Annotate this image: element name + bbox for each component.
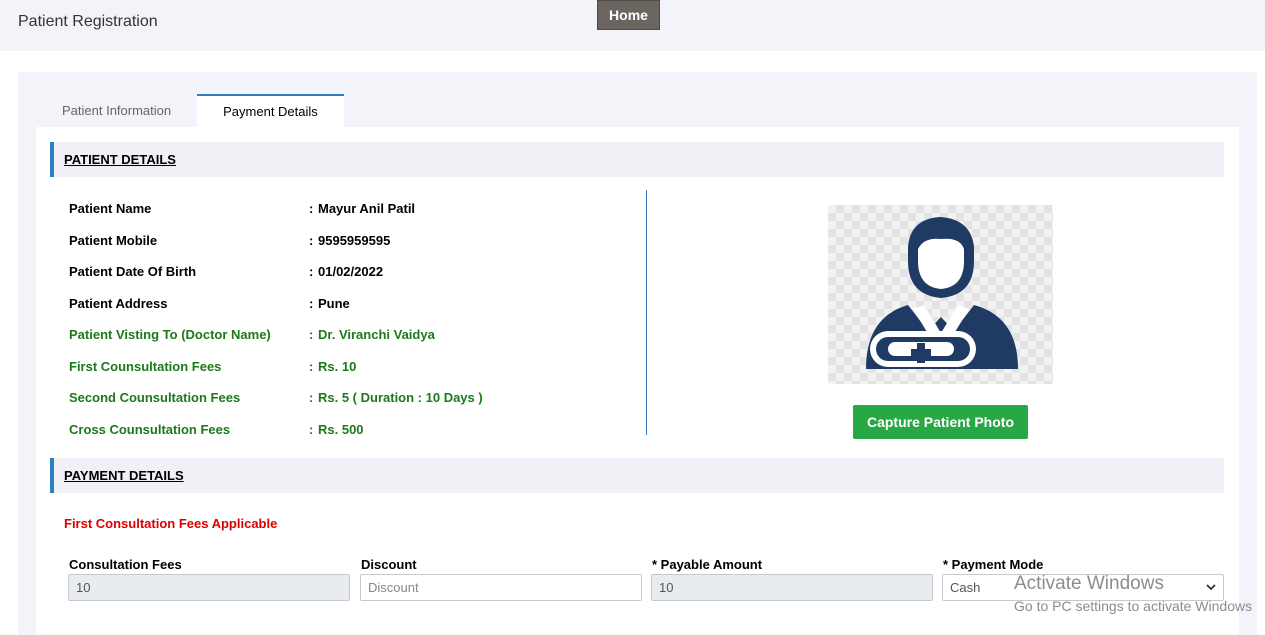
info-value: Rs. 500 (318, 422, 364, 437)
consultation-fees-label: Consultation Fees (69, 557, 182, 572)
info-separator: : (309, 390, 314, 405)
info-value: Mayur Anil Patil (318, 201, 416, 216)
tab-patient-information[interactable]: Patient Information (36, 94, 197, 127)
info-separator: : (309, 327, 314, 342)
info-label: Patient Name (69, 201, 152, 216)
info-separator: : (309, 422, 314, 437)
info-value: 01/02/2022 (318, 264, 384, 279)
payable-amount-field: 10 (651, 574, 933, 601)
consultation-fees-field: 10 (68, 574, 350, 601)
activation-watermark-subtitle: Go to PC settings to activate Windows (1014, 598, 1253, 614)
page-title: Patient Registration (18, 13, 158, 30)
info-value: Rs. 5 ( Duration : 10 Days ) (318, 390, 483, 405)
payment-mode-label: * Payment Mode (943, 557, 1044, 572)
home-button[interactable]: Home (597, 0, 660, 30)
tab-bar: Patient Information Payment Details (36, 94, 344, 127)
info-separator: : (309, 233, 314, 248)
info-separator: : (309, 264, 314, 279)
info-label: First Counsultation Fees (69, 359, 222, 374)
patient-photo (828, 205, 1053, 384)
info-label: Cross Counsultation Fees (69, 422, 231, 437)
chevron-down-icon (1206, 584, 1216, 591)
info-separator: : (309, 359, 314, 374)
info-separator: : (309, 201, 314, 216)
payable-amount-label: * Payable Amount (652, 557, 763, 572)
info-value: Pune (318, 296, 350, 311)
payment-details-heading: PAYMENT DETAILS (50, 458, 1224, 493)
doctor-avatar-icon (866, 217, 1018, 369)
capture-photo-button[interactable]: Capture Patient Photo (853, 405, 1028, 439)
fees-notice: First Consultation Fees Applicable (64, 516, 278, 531)
info-label: Patient Visting To (Doctor Name) (69, 327, 271, 342)
info-value: Dr. Viranchi Vaidya (318, 327, 435, 342)
discount-input[interactable] (360, 574, 642, 601)
payment-mode-value: Cash (950, 580, 981, 595)
patient-details-heading: PATIENT DETAILS (50, 142, 1224, 177)
vertical-divider (646, 190, 647, 435)
info-label: Patient Address (69, 296, 168, 311)
activation-watermark-title: Activate Windows (1014, 573, 1164, 594)
info-value: Rs. 10 (318, 359, 357, 374)
discount-label: Discount (361, 557, 417, 572)
info-label: Patient Mobile (69, 233, 158, 248)
info-label: Patient Date Of Birth (69, 264, 197, 279)
info-label: Second Counsultation Fees (69, 390, 241, 405)
tab-payment-details[interactable]: Payment Details (197, 94, 344, 127)
tab-panel (36, 127, 1239, 635)
info-value: 9595959595 (318, 233, 391, 248)
info-separator: : (309, 296, 314, 311)
